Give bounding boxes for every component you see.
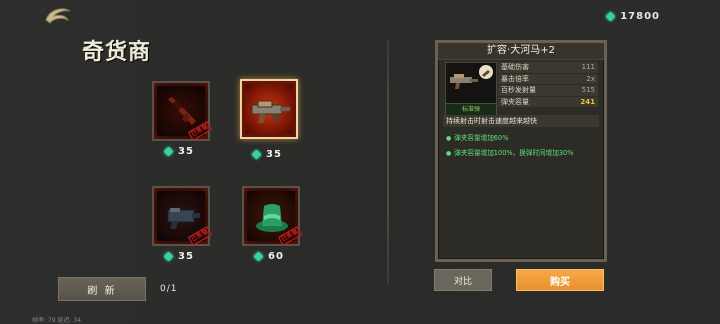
refresh-count: 0/1 bbox=[160, 284, 178, 294]
stats-table: 基础伤害 111 暴击倍率 2x 百秒发射量 515 弹夹容量 241 bbox=[498, 62, 598, 108]
currency-amount: 17800 bbox=[620, 11, 660, 22]
fps-readout: 帧率: 79 延迟: 34 bbox=[32, 317, 82, 324]
panel-divider bbox=[387, 40, 389, 285]
rifle-icon bbox=[168, 97, 196, 125]
shop-item-hippo-gun[interactable] bbox=[240, 79, 298, 139]
item-price: 35 bbox=[251, 149, 282, 160]
item-description: 持续射击时射击速度越来越快 bbox=[443, 115, 599, 127]
hippo-gun-icon bbox=[251, 100, 290, 123]
stat-row: 暴击倍率 2x bbox=[498, 73, 598, 84]
gem-icon bbox=[251, 149, 262, 160]
item-price: 35 bbox=[163, 146, 194, 157]
item-price: 60 bbox=[253, 251, 284, 262]
item-price: 35 bbox=[163, 251, 194, 262]
stat-row: 百秒发射量 515 bbox=[498, 85, 598, 96]
gem-icon bbox=[163, 251, 174, 262]
shop-item-rifle[interactable]: 已售罄 bbox=[152, 81, 213, 141]
bullet-type-icon bbox=[479, 65, 493, 79]
perk-item: 弹夹容量增加60% bbox=[446, 131, 573, 146]
item-detail-card: 扩容·大河马+2 标准弹 基础伤害 111 暴击倍率 2x 百秒发射量 515 弹夹容… bbox=[435, 40, 607, 262]
stat-row: 基础伤害 111 bbox=[498, 62, 598, 73]
shop-item-green-hat[interactable]: 已售罄 bbox=[242, 186, 303, 246]
perk-list: 弹夹容量增加60% 弹夹容量增加100%，换弹时间增加30% bbox=[446, 131, 573, 161]
perk-item: 弹夹容量增加100%，换弹时间增加30% bbox=[446, 146, 573, 161]
shop-title: 奇货商 bbox=[82, 39, 152, 65]
back-button[interactable] bbox=[44, 6, 74, 26]
hippo-gun-icon bbox=[450, 74, 478, 89]
back-icon bbox=[45, 8, 71, 24]
gem-icon bbox=[163, 146, 174, 157]
item-detail-title: 扩容·大河马+2 bbox=[438, 43, 604, 60]
refresh-button[interactable]: 刷 新 bbox=[58, 277, 146, 301]
shop-item-blaster[interactable]: 已售罄 bbox=[152, 186, 213, 246]
gem-icon bbox=[605, 11, 616, 22]
currency-display: 17800 bbox=[605, 11, 660, 22]
compare-button[interactable]: 对比 bbox=[434, 269, 492, 291]
hat-icon bbox=[256, 204, 288, 232]
stat-row: 弹夹容量 241 bbox=[498, 96, 598, 107]
blaster-icon bbox=[167, 208, 200, 229]
gem-icon bbox=[253, 251, 264, 262]
buy-button[interactable]: 购买 bbox=[516, 269, 604, 291]
